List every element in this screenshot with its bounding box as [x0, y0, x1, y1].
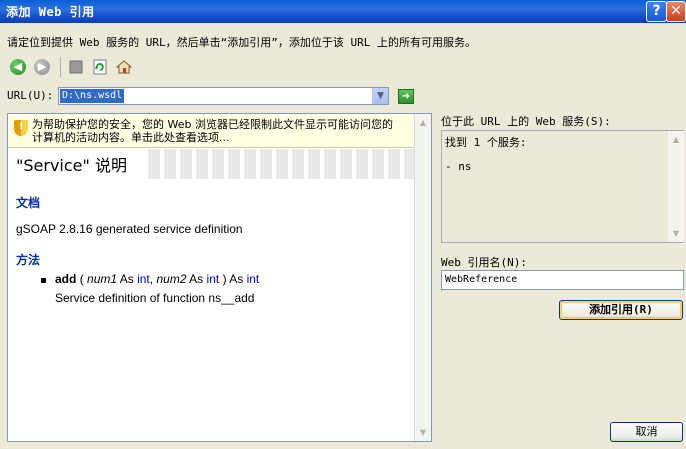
as-keyword: As	[189, 272, 204, 286]
services-scrollbar[interactable]: ▲ ▼	[668, 131, 684, 242]
instruction-text: 请定位到提供 Web 服务的 URL，然后单击“添加引用”，添加位于该 URL …	[7, 36, 476, 49]
window-title: 添加 Web 引用	[6, 5, 95, 19]
param-type: int	[206, 272, 220, 286]
service-title: "Service" 说明	[16, 156, 127, 175]
param-name: num1	[87, 272, 118, 286]
scroll-up-icon[interactable]: ▲	[668, 131, 684, 148]
cancel-button[interactable]: 取消	[610, 422, 683, 442]
url-label: URL(U):	[7, 89, 54, 102]
shield-icon: !	[14, 120, 28, 136]
toolbar-separator	[60, 57, 61, 77]
security-infobar[interactable]: ! 为帮助保护您的安全，您的 Web 浏览器已经限制此文件显示可能访问您的计算机…	[8, 114, 414, 148]
stop-icon	[69, 60, 83, 74]
infobar-message[interactable]: 为帮助保护您的安全，您的 Web 浏览器已经限制此文件显示可能访问您的计算机的活…	[32, 118, 402, 144]
url-input[interactable]: D:\ns.wsdl	[60, 89, 125, 103]
param-name: num2	[156, 272, 187, 286]
forward-button[interactable]: ▶	[32, 57, 52, 77]
back-arrow-icon: ◀	[10, 59, 26, 75]
close-button[interactable]: ✕	[666, 1, 686, 22]
methods-heading: 方法	[16, 253, 41, 267]
refresh-icon	[93, 59, 107, 75]
web-reference-input[interactable]: WebReference	[441, 270, 684, 290]
method-description: Service definition of function ns__add	[55, 291, 255, 305]
refresh-button[interactable]	[90, 57, 110, 77]
as-keyword: As	[119, 272, 134, 286]
param-type: int	[137, 272, 150, 286]
browser-scrollbar[interactable]: ▲ ▼	[414, 114, 431, 441]
service-item: - ns	[445, 160, 472, 173]
banner-pattern	[148, 149, 414, 179]
back-button[interactable]: ◀	[8, 57, 28, 77]
documentation-heading: 文档	[16, 196, 41, 210]
url-combobox[interactable]: D:\ns.wsdl ▼	[58, 87, 389, 105]
method-signature: add ( num1 As int, num2 As int ) As int	[55, 272, 259, 286]
paren-open: (	[79, 272, 84, 286]
services-found-text: 找到 1 个服务:	[445, 136, 527, 149]
services-list[interactable]: 找到 1 个服务: - ns ▲ ▼	[441, 130, 684, 243]
comma: ,	[149, 272, 154, 286]
browser-panel: ! 为帮助保护您的安全，您的 Web 浏览器已经限制此文件显示可能访问您的计算机…	[7, 113, 432, 442]
go-arrow-icon: ➜	[401, 91, 411, 102]
go-button[interactable]: ➜	[398, 89, 414, 104]
forward-arrow-icon: ▶	[34, 59, 50, 75]
web-reference-label: Web 引用名(N):	[441, 256, 527, 269]
bullet-icon	[41, 278, 46, 283]
help-button[interactable]: ?	[646, 1, 667, 22]
stop-button[interactable]	[66, 57, 86, 77]
add-reference-button[interactable]: 添加引用(R)	[559, 300, 683, 320]
return-type: int	[246, 272, 260, 286]
as-keyword: As	[229, 272, 244, 286]
title-bar: 添加 Web 引用 ? ✕	[0, 0, 686, 23]
services-label: 位于此 URL 上的 Web 服务(S):	[441, 115, 611, 128]
chevron-down-icon[interactable]: ▼	[372, 88, 388, 104]
home-button[interactable]	[114, 57, 134, 77]
scroll-down-icon[interactable]: ▼	[668, 225, 684, 242]
documentation-text: gSOAP 2.8.16 generated service definitio…	[16, 222, 243, 236]
method-name[interactable]: add	[55, 272, 76, 286]
scroll-up-icon[interactable]: ▲	[415, 114, 431, 131]
scroll-down-icon[interactable]: ▼	[415, 424, 431, 441]
paren-close: )	[222, 272, 227, 286]
home-icon	[116, 60, 132, 74]
